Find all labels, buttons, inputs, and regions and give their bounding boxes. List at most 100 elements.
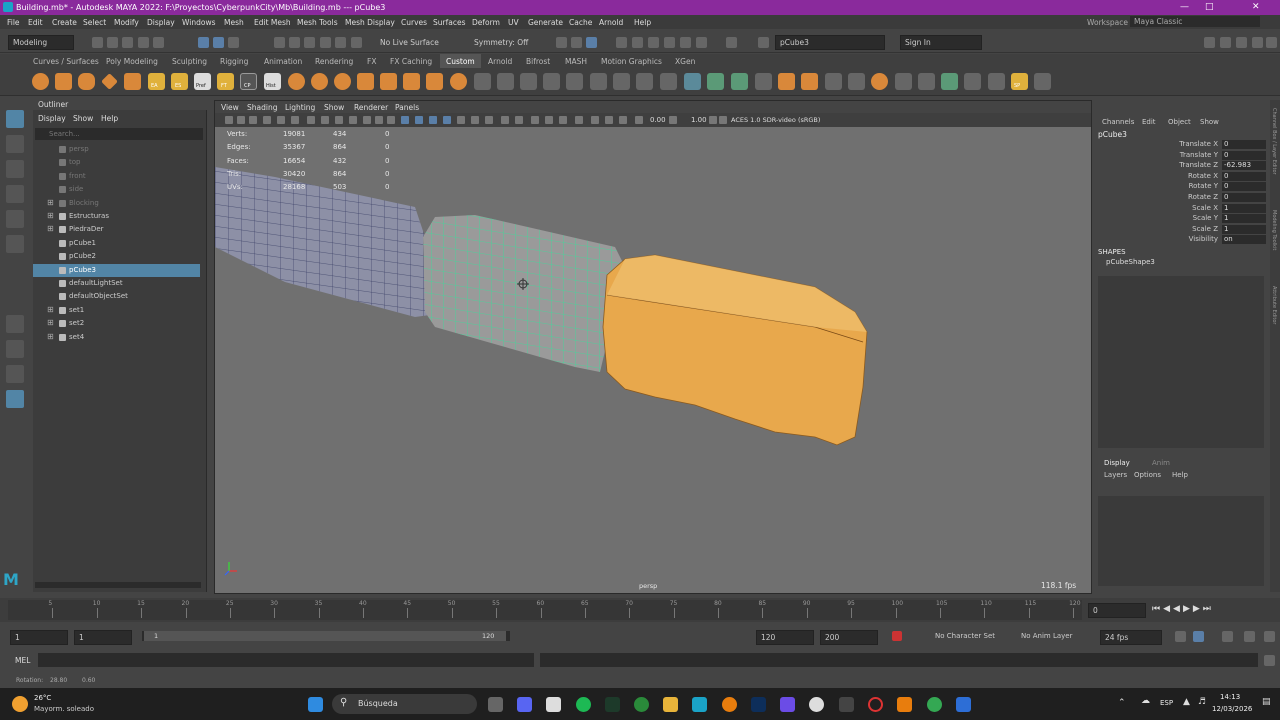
outliner-menu-help[interactable]: Help: [101, 114, 118, 123]
vp-menu-show[interactable]: Show: [324, 103, 344, 112]
sphere-tool-icon[interactable]: [288, 73, 305, 90]
menu-curves[interactable]: Curves: [401, 18, 427, 27]
grease-pencil-icon[interactable]: [291, 116, 299, 124]
menu-modify[interactable]: Modify: [114, 18, 139, 27]
outliner-layout-icon[interactable]: [6, 390, 24, 408]
center-pivot-icon[interactable]: [825, 73, 842, 90]
app-green-icon[interactable]: [634, 697, 649, 712]
end-time-field[interactable]: 200: [820, 630, 878, 645]
lights-icon[interactable]: [457, 116, 465, 124]
poly-torus-icon[interactable]: [124, 73, 141, 90]
mirror-icon[interactable]: [684, 73, 701, 90]
open-scene-icon[interactable]: [107, 37, 118, 48]
channel-name[interactable]: Rotate X: [1154, 172, 1218, 180]
layer-tab-display[interactable]: Display: [1104, 459, 1130, 467]
snap-align-icon[interactable]: [988, 73, 1005, 90]
shelf-tab-sculpting[interactable]: Sculpting: [172, 57, 207, 66]
current-frame-field[interactable]: 0: [1088, 603, 1146, 618]
weather-icon[interactable]: [12, 696, 28, 712]
cone-icon[interactable]: [311, 73, 328, 90]
camera-attr-icon[interactable]: [237, 116, 245, 124]
image-plane-icon[interactable]: [263, 116, 271, 124]
select-component-icon[interactable]: [228, 37, 239, 48]
maya-window-icon[interactable]: [956, 697, 971, 712]
poly-sphere-icon[interactable]: [32, 73, 49, 90]
save-scene-icon[interactable]: [122, 37, 133, 48]
two-view-icon[interactable]: [6, 365, 24, 383]
sculpt-icon[interactable]: [895, 73, 912, 90]
arnold-render-icon[interactable]: [696, 37, 707, 48]
bend-icon[interactable]: [801, 73, 818, 90]
lattice-icon[interactable]: [778, 73, 795, 90]
bridge-icon[interactable]: [543, 73, 560, 90]
maya-m-icon[interactable]: [1034, 73, 1051, 90]
pause-viewport-icon[interactable]: [726, 37, 737, 48]
xray-active-icon[interactable]: [591, 116, 599, 124]
shelf-tab-poly-modeling[interactable]: Poly Modeling: [106, 57, 158, 66]
anti-alias-icon[interactable]: [515, 116, 523, 124]
vp-menu-panels[interactable]: Panels: [395, 103, 419, 112]
shelf-tab-bifrost[interactable]: Bifrost: [526, 57, 550, 66]
render-frame-icon[interactable]: [571, 37, 582, 48]
depth-of-field-icon[interactable]: [531, 116, 539, 124]
channel-name[interactable]: Visibility: [1154, 235, 1218, 243]
snap-view-icon[interactable]: [320, 37, 331, 48]
playback-controls[interactable]: ⏮◀◀▶▶⏭: [1152, 604, 1276, 616]
channel-value-field[interactable]: 0: [1222, 182, 1266, 192]
layer-menu-layers[interactable]: Layers: [1104, 471, 1127, 479]
safe-title-icon[interactable]: [387, 116, 395, 124]
outliner-item-set2[interactable]: ⊞ set2: [33, 317, 200, 330]
fill-hole-icon[interactable]: [566, 73, 583, 90]
shelf-tab-animation[interactable]: Animation: [264, 57, 302, 66]
expand-icon[interactable]: ⊞: [47, 211, 54, 220]
render-view-icon[interactable]: [648, 37, 659, 48]
shelf-tab-fx-caching[interactable]: FX Caching: [390, 57, 432, 66]
cb-menu-show[interactable]: Show: [1200, 118, 1219, 126]
new-scene-icon[interactable]: [92, 37, 103, 48]
outliner-item-pcube1[interactable]: pCube1: [33, 237, 200, 250]
menu-select[interactable]: Select: [83, 18, 106, 27]
blender-2-icon[interactable]: [897, 697, 912, 712]
expand-icon[interactable]: ⊞: [47, 318, 54, 327]
shelf-tab-xgen[interactable]: XGen: [675, 57, 695, 66]
outliner-item-blocking[interactable]: ⊞ Blocking: [33, 197, 200, 210]
hypershade-icon[interactable]: [632, 37, 643, 48]
expand-icon[interactable]: ⊞: [47, 305, 54, 314]
playback-end-field[interactable]: 120: [756, 630, 814, 645]
maximize-icon[interactable]: □: [1205, 2, 1214, 12]
playback-start-field[interactable]: 1: [74, 630, 132, 645]
outliner-menu-display[interactable]: Display: [38, 114, 66, 123]
smooth-icon[interactable]: [707, 73, 724, 90]
cm-settings-icon[interactable]: [719, 116, 727, 124]
channel-name[interactable]: Scale Y: [1154, 214, 1218, 222]
light-editor-icon[interactable]: [680, 37, 691, 48]
channel-name[interactable]: Rotate Y: [1154, 182, 1218, 190]
render-settings-icon[interactable]: [616, 37, 627, 48]
outliner-item-top[interactable]: top: [33, 156, 200, 169]
outliner-search-input[interactable]: Search...: [35, 128, 203, 140]
move-tool-icon[interactable]: [6, 185, 24, 203]
notification-icon[interactable]: ▤: [1262, 697, 1271, 707]
multicut-icon[interactable]: [474, 73, 491, 90]
single-view-icon[interactable]: [6, 315, 24, 333]
opera-icon[interactable]: [868, 697, 883, 712]
outliner-h-scrollbar[interactable]: [35, 582, 201, 588]
collapse-icon[interactable]: [636, 73, 653, 90]
hud-toggle-icon[interactable]: [619, 116, 627, 124]
snap-grid-icon[interactable]: [274, 37, 285, 48]
menu-file[interactable]: File: [7, 18, 20, 27]
smooth-shade-icon[interactable]: [415, 116, 423, 124]
clock-date[interactable]: 12/03/2026: [1212, 705, 1252, 713]
shelf-tab-fx[interactable]: FX: [367, 57, 376, 66]
menu-mesh[interactable]: Mesh: [224, 18, 244, 27]
layer-tab-anim[interactable]: Anim: [1152, 459, 1170, 467]
menu-edit[interactable]: Edit: [28, 18, 43, 27]
motion-blur-icon[interactable]: [501, 116, 509, 124]
shadows-icon[interactable]: [471, 116, 479, 124]
snap-together-icon[interactable]: [755, 73, 772, 90]
merge-icon[interactable]: [660, 73, 677, 90]
layer-list[interactable]: [1098, 496, 1264, 586]
bevel-icon[interactable]: [450, 73, 467, 90]
menu-mesh-display[interactable]: Mesh Display: [345, 18, 395, 27]
minimize-icon[interactable]: —: [1180, 2, 1189, 12]
